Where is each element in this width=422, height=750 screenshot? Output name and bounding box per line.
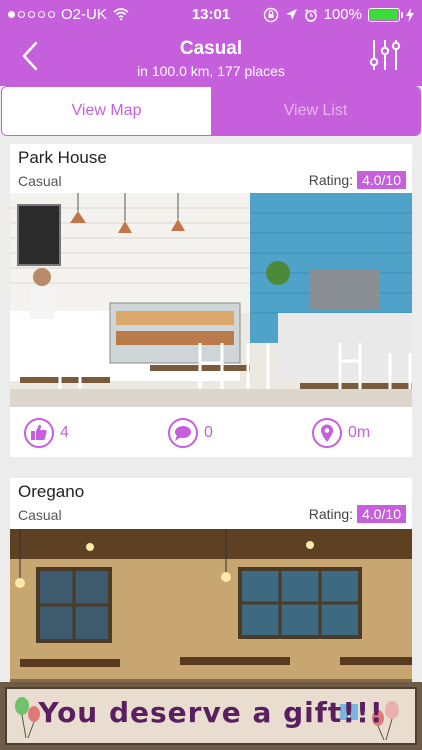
battery-icon (368, 7, 403, 22)
rating-label: Rating: (308, 172, 354, 188)
place-stats: 4 0 0m (10, 410, 412, 457)
distance-stat[interactable]: 0m (312, 418, 370, 448)
page-subtitle: in 100.0 km, 177 places (137, 63, 285, 79)
distance-value: 0m (348, 424, 371, 441)
place-name: Park House (18, 148, 107, 167)
status-right: 100% (263, 6, 414, 23)
place-photo[interactable] (10, 529, 412, 699)
view-list-tab[interactable]: View List (211, 87, 420, 135)
alarm-icon (304, 8, 317, 22)
place-rating: Rating: 4.0/10 (309, 505, 406, 523)
filter-sliders-icon[interactable] (368, 38, 402, 72)
place-category: Casual (18, 507, 62, 523)
charging-icon (406, 7, 414, 22)
comments-count: 0 (204, 424, 213, 441)
view-map-tab[interactable]: View Map (2, 87, 211, 135)
place-card[interactable]: Park House Casual Rating: 4.0/10 4 0 0m (10, 144, 412, 457)
page-title: Casual (179, 38, 243, 59)
banner-text: You deserve a gift!!! (38, 696, 384, 729)
likes-count: 4 (60, 424, 69, 441)
place-photo[interactable] (10, 193, 412, 407)
place-card[interactable]: Oregano Casual Rating: 4.0/10 (10, 478, 412, 699)
app-header: O2-UK 13:01 100% Casual in 100.0 km, 177… (0, 0, 422, 86)
rating-badge: 4.0/10 (357, 171, 406, 189)
battery-percent: 100% (323, 6, 362, 23)
promo-banner[interactable]: You deserve a gift!!! (0, 682, 422, 750)
likes-stat[interactable]: 4 (24, 418, 69, 448)
rating-label: Rating: (308, 506, 354, 522)
comments-stat[interactable]: 0 (168, 418, 213, 448)
lock-rotation-icon (263, 7, 278, 22)
comment-icon (168, 418, 198, 448)
place-rating: Rating: 4.0/10 (309, 171, 406, 189)
location-pin-icon (312, 418, 342, 448)
place-category: Casual (18, 173, 62, 189)
place-name: Oregano (18, 482, 85, 501)
status-bar: O2-UK 13:01 100% (0, 0, 422, 30)
thumbs-up-icon (24, 418, 54, 448)
rating-badge: 4.0/10 (357, 505, 406, 523)
view-toggle: View Map View List (1, 86, 421, 136)
location-arrow-icon (285, 9, 297, 20)
